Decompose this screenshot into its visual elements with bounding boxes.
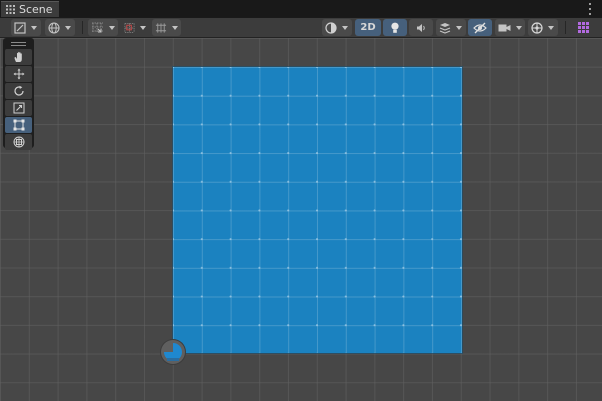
mode-2d-toggle[interactable]: 2D: [355, 19, 381, 36]
rect-transform-icon: [13, 119, 24, 131]
overlays-grid-icon: [577, 22, 589, 33]
hidden-visibility-icon: [473, 22, 487, 33]
draw-mode-dropdown[interactable]: [11, 19, 41, 36]
chevron-down-icon: [456, 25, 462, 30]
rotate-tool-button[interactable]: [5, 83, 32, 99]
effects-dropdown[interactable]: [436, 19, 466, 36]
camera-icon: [498, 24, 511, 31]
chevron-down-icon: [65, 25, 71, 30]
game-object-gizmo-icon[interactable]: [161, 340, 185, 364]
toolbar-divider: [565, 21, 566, 34]
tab-label: Scene: [19, 3, 53, 16]
scale-icon: [13, 102, 24, 114]
transform-tool-button[interactable]: [5, 134, 32, 150]
window-tab-bar: Scene: [0, 0, 602, 18]
chevron-down-icon: [172, 25, 178, 30]
tools-overlay-panel: [3, 38, 34, 150]
overlays-toggle[interactable]: [573, 19, 593, 36]
lighting-icon: [391, 22, 399, 33]
tab-scene[interactable]: Scene: [1, 1, 59, 17]
chevron-down-icon: [342, 25, 348, 30]
scene-grid-icon: [6, 5, 15, 14]
chevron-down-icon: [548, 25, 554, 30]
hand-tool-button[interactable]: [5, 49, 32, 65]
draw-mode-icon: [14, 21, 26, 34]
move-icon: [13, 68, 24, 80]
mode-2d-label: 2D: [360, 22, 376, 33]
globe-icon: [48, 21, 60, 34]
grid-snap-dropdown[interactable]: [88, 19, 118, 36]
rect-tool-button[interactable]: [5, 117, 32, 133]
chevron-down-icon: [140, 25, 146, 30]
move-tool-button[interactable]: [5, 66, 32, 82]
lighting-toggle[interactable]: [383, 19, 407, 36]
align-icon: [155, 22, 167, 33]
transform-icon: [13, 136, 24, 148]
kebab-menu-icon[interactable]: [588, 3, 592, 15]
toolbar-divider: [82, 21, 83, 34]
object-badge-icon: [164, 343, 182, 361]
shading-mode-icon: [325, 21, 337, 34]
increment-snap-dropdown[interactable]: [121, 19, 149, 36]
camera-dropdown[interactable]: [495, 19, 525, 36]
gizmos-icon: [531, 21, 543, 34]
gizmos-dropdown[interactable]: [528, 19, 558, 36]
global-local-dropdown[interactable]: [45, 19, 75, 36]
scene-toolbar: 2D: [0, 18, 602, 38]
blue-quad-object[interactable]: [173, 67, 462, 353]
audio-icon: [417, 23, 425, 32]
align-dropdown[interactable]: [152, 19, 181, 36]
chevron-down-icon: [31, 25, 37, 30]
audio-toggle[interactable]: [409, 19, 433, 36]
hand-icon: [14, 51, 22, 62]
scene-viewport[interactable]: [0, 38, 602, 401]
quad-grid-dots: [173, 67, 462, 353]
chevron-down-icon: [109, 25, 115, 30]
rotate-icon: [13, 85, 24, 96]
effects-icon: [439, 22, 451, 34]
shading-mode-dropdown[interactable]: [322, 19, 352, 36]
scene-visibility-toggle[interactable]: [468, 19, 492, 36]
drag-handle-icon[interactable]: [11, 42, 26, 46]
chevron-down-icon: [516, 25, 522, 30]
increment-snap-icon: [124, 22, 135, 33]
scale-tool-button[interactable]: [5, 100, 32, 116]
grid-snap-icon: [92, 22, 103, 33]
